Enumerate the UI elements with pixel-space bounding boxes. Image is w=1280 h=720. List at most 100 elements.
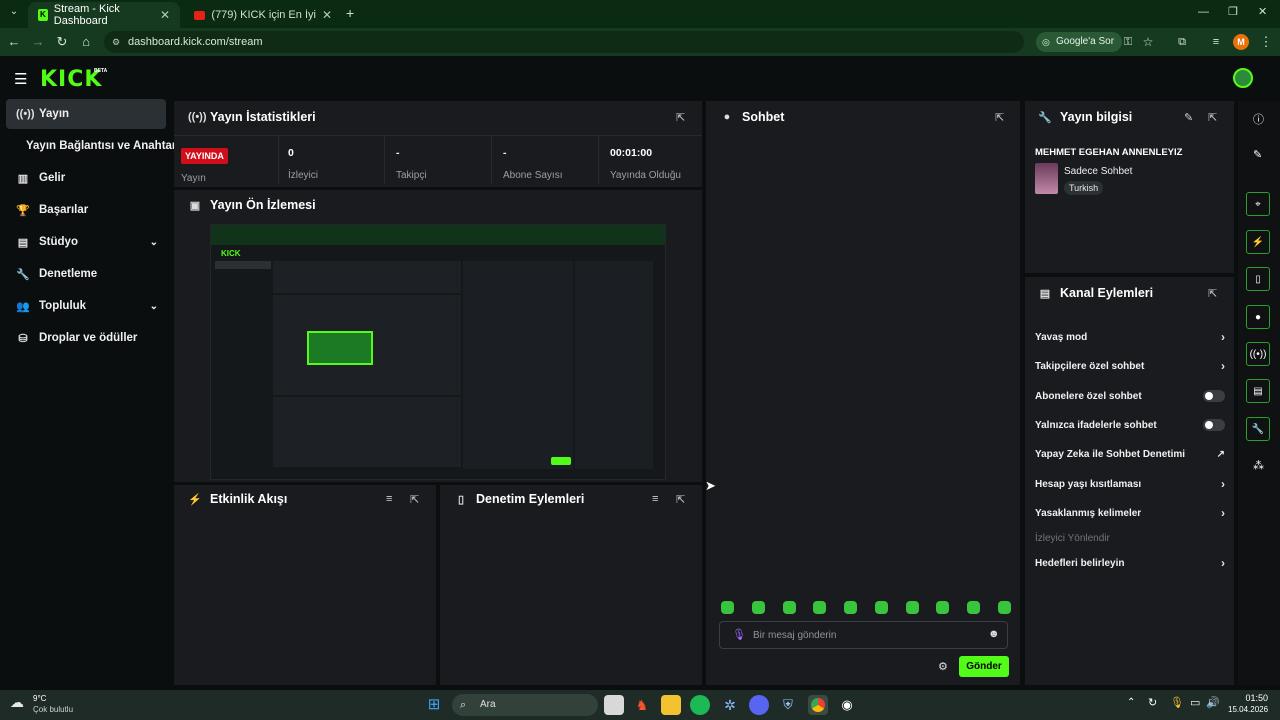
tray-display-icon[interactable]: ▭	[1190, 696, 1200, 709]
tray-mic-icon[interactable]: 🎙	[1170, 696, 1184, 709]
profile-avatar[interactable]: M	[1233, 34, 1249, 50]
filter-icon[interactable]: ≡	[652, 493, 658, 505]
bookmark-star-icon[interactable]: ☆	[1138, 32, 1158, 52]
emote-icon[interactable]	[751, 601, 765, 614]
spotify-icon[interactable]	[690, 695, 710, 715]
emote-icon[interactable]	[936, 601, 950, 614]
info-icon[interactable]: ⓘ	[1253, 111, 1264, 127]
password-key-icon[interactable]: ⚿	[1118, 32, 1138, 52]
toggle-switch[interactable]	[1203, 419, 1225, 431]
taskbar-search[interactable]: ⌕ Ara	[452, 694, 598, 716]
tab-youtube[interactable]: (779) KICK için En İyi OBS Yayın ✕	[184, 2, 342, 28]
rail-chat-icon[interactable]: ●	[1246, 305, 1270, 329]
chat-input[interactable]: 🎙 Bir mesaj gönderin ☻	[719, 621, 1008, 649]
action-account-age[interactable]: Hesap yaşı kısıtlaması ›	[1035, 474, 1225, 494]
rail-layers-icon[interactable]: ▤	[1246, 379, 1270, 403]
action-followers-only[interactable]: Takipçilere özel sohbet ›	[1035, 356, 1225, 376]
close-window-icon[interactable]: ✕	[1258, 5, 1267, 18]
maximize-icon[interactable]: ❐	[1228, 5, 1238, 18]
close-tab-icon[interactable]: ✕	[160, 8, 170, 22]
popout-icon[interactable]: ⇱	[1208, 111, 1217, 124]
task-view-icon[interactable]	[604, 695, 624, 715]
hamburger-menu-icon[interactable]: ☰	[14, 70, 27, 88]
emote-icon[interactable]	[813, 601, 827, 614]
weather-cloud-icon[interactable]: ☁	[10, 694, 24, 711]
panel-title: Etkinlik Akışı	[210, 492, 288, 506]
clock-date[interactable]: 15.04.2026	[1228, 705, 1268, 714]
obs-icon[interactable]: ◉	[837, 695, 857, 715]
browser-menu-icon[interactable]: ⋮	[1256, 32, 1276, 52]
emoji-icon[interactable]: ☻	[988, 628, 1000, 640]
shield-app-icon[interactable]: ⛨	[778, 695, 798, 715]
popout-icon[interactable]: ⇱	[995, 111, 1004, 124]
minimize-icon[interactable]: —	[1198, 6, 1209, 18]
forward-icon[interactable]: →	[28, 32, 48, 52]
edit-pencil-icon[interactable]: ✎	[1184, 111, 1193, 124]
tab-list-icon[interactable]: ⌄	[6, 6, 22, 22]
sidebar-item-stream-key[interactable]: Yayın Bağlantısı ve Anahtarı	[18, 131, 180, 161]
site-info-icon[interactable]: ⚙	[112, 31, 120, 53]
rail-wrench-icon[interactable]: 🔧	[1246, 417, 1270, 441]
emote-icon[interactable]	[782, 601, 796, 614]
clock-time[interactable]: 01:50	[1228, 693, 1268, 703]
sidebar-item-droplar[interactable]: ⛁ Droplar ve ödüller	[6, 323, 166, 353]
layers-icon: ▤	[1039, 287, 1051, 300]
emote-icon[interactable]	[905, 601, 919, 614]
url-field[interactable]: ⚙ dashboard.kick.com/stream	[104, 31, 1024, 53]
popout-icon[interactable]: ⇱	[676, 111, 685, 124]
extensions-icon[interactable]: ⧉	[1172, 32, 1192, 52]
emote-icon[interactable]	[874, 601, 888, 614]
tray-sync-icon[interactable]: ↻	[1148, 696, 1157, 709]
back-icon[interactable]: ←	[4, 32, 24, 52]
rail-scan-icon[interactable]: ⌖	[1246, 192, 1270, 216]
send-button[interactable]: Gönder	[959, 656, 1009, 677]
brave-icon[interactable]: ♞	[632, 695, 652, 715]
file-explorer-icon[interactable]	[661, 695, 681, 715]
action-ai-moderation[interactable]: Yapay Zeka ile Sohbet Denetimi ↗	[1035, 444, 1225, 464]
sidebar-item-denetleme[interactable]: 🔧 Denetleme	[6, 259, 166, 289]
new-tab-icon[interactable]: +	[346, 5, 354, 21]
chat-settings-gear-icon[interactable]: ⚙	[938, 660, 948, 673]
tab-kick-dashboard[interactable]: K Stream - Kick Dashboard ✕	[28, 2, 180, 28]
preview-panel-header: ▣ Yayın Ön İzlemesi	[188, 198, 316, 212]
add-widget-icon[interactable]: ⁂	[1253, 459, 1264, 472]
activity-panel-header: ⚡ Etkinlik Akışı	[188, 492, 287, 506]
emote-icon[interactable]	[844, 601, 858, 614]
rail-lightning-icon[interactable]: ⚡	[1246, 230, 1270, 254]
action-slow-mode[interactable]: Yavaş mod ›	[1035, 327, 1225, 347]
discord-icon[interactable]	[749, 695, 769, 715]
rail-clipboard-icon[interactable]: ▯	[1246, 267, 1270, 291]
action-banned-words[interactable]: Yasaklanmış kelimeler ›	[1035, 503, 1225, 523]
sidebar-item-studyo[interactable]: ▤ Stüdyo ⌄	[6, 227, 166, 257]
edit-layout-icon[interactable]: ✎	[1253, 148, 1262, 161]
windows-start-icon[interactable]: ⊞	[424, 695, 444, 715]
sidebar-item-basarilar[interactable]: 🏆 Başarılar	[6, 195, 166, 225]
reload-icon[interactable]: ↻	[52, 32, 72, 52]
emote-icon[interactable]	[721, 601, 734, 614]
microphone-icon[interactable]: 🎙	[732, 628, 746, 641]
weather-desc: Çok bulutlu	[33, 705, 74, 714]
sidebar-item-yayin[interactable]: ((•)) Yayın	[6, 99, 166, 129]
sidebar-item-gelir[interactable]: ▥ Gelir	[6, 163, 166, 193]
toggle-switch[interactable]	[1203, 390, 1225, 402]
rail-broadcast-icon[interactable]: ((•))	[1246, 342, 1270, 366]
emote-icon[interactable]	[967, 601, 981, 614]
stream-preview-video[interactable]: KICK	[210, 224, 666, 480]
home-icon[interactable]: ⌂	[76, 32, 96, 52]
chrome-icon[interactable]	[808, 695, 828, 715]
action-set-goals[interactable]: Hedefleri belirleyin ›	[1035, 553, 1225, 573]
popout-icon[interactable]: ⇱	[410, 493, 419, 506]
tray-volume-icon[interactable]: 🔊	[1206, 696, 1220, 709]
emote-icon[interactable]	[997, 601, 1011, 614]
close-tab-icon[interactable]: ✕	[322, 8, 332, 22]
divider	[491, 136, 492, 184]
google-sor-button[interactable]: ◎ Google'a Sor	[1036, 32, 1123, 52]
sidebar-item-topluluk[interactable]: 👥 Topluluk ⌄	[6, 291, 166, 321]
reading-list-icon[interactable]: ≡	[1206, 32, 1226, 52]
popout-icon[interactable]: ⇱	[1208, 287, 1217, 300]
filter-icon[interactable]: ≡	[386, 493, 392, 505]
app-gear-icon[interactable]: ✲	[720, 695, 740, 715]
popout-icon[interactable]: ⇱	[676, 493, 685, 506]
user-avatar[interactable]	[1233, 68, 1253, 88]
tray-chevron-up-icon[interactable]: ⌃	[1127, 697, 1135, 708]
